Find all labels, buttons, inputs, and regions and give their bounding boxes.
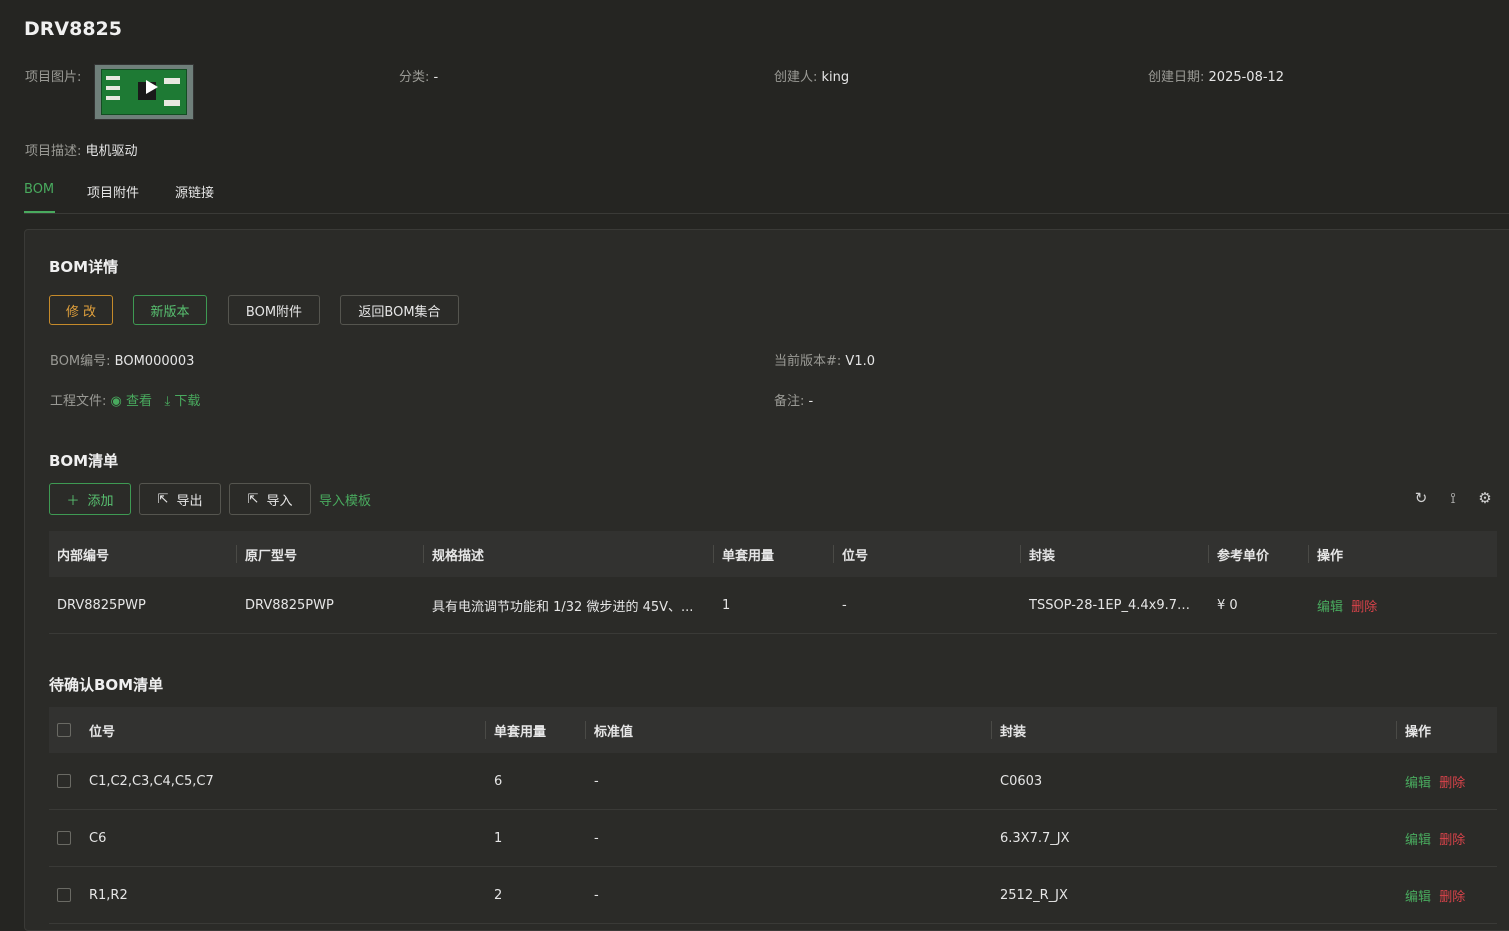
row-edit-link[interactable]: 编辑 [1405,776,1431,791]
col-actions: 操作 [1397,707,1497,753]
cell-qty: 6 [486,753,586,810]
edit-button[interactable]: 修 改 [49,295,113,325]
cell-ref: C1,C2,C3,C4,C5,C7 [81,753,486,810]
row-edit-link[interactable]: 编辑 [1317,600,1343,615]
row-delete-link[interactable]: 删除 [1439,890,1465,905]
back-to-bom-set-button[interactable]: 返回BOM集合 [340,295,459,325]
remark-field: 备注: - [774,394,814,409]
bom-number-field: BOM编号: BOM000003 [50,354,195,369]
eye-icon: ◉ [110,394,122,409]
export-button[interactable]: ⇱ 导出 [139,483,221,515]
cell-value: - [586,866,992,924]
cell-model: DRV8825PWP [237,577,424,634]
export-icon: ⇱ [157,491,169,507]
cell-package: 2512_R_JX [992,866,1397,924]
row-select-cell [49,753,81,810]
bom-list-title: BOM清单 [49,452,119,470]
cell-actions: 编辑 删除 [1397,753,1497,810]
tab-bar: BOM 项目附件 源链接 [24,178,1509,214]
table-header: 内部编号 原厂型号 规格描述 单套用量 位号 封装 参考单价 操作 [49,531,1497,577]
cell-package: C0603 [992,753,1397,810]
row-checkbox[interactable] [57,831,71,845]
current-version-field: 当前版本#: V1.0 [774,354,875,369]
tab-bom[interactable]: BOM [24,182,54,197]
project-title: DRV8825 [24,18,122,40]
engineering-file-field: 工程文件: ◉ 查看 ⤓ 下载 [50,394,201,409]
cell-actions: 编辑 删除 [1309,577,1497,634]
bom-attachments-button[interactable]: BOM附件 [228,295,320,325]
col-package[interactable]: 封装 [992,707,1397,753]
bom-detail-title: BOM详情 [49,258,119,276]
col-internal-no[interactable]: 内部编号 [49,531,237,577]
creator-field: 创建人: king [774,70,850,85]
import-template-link[interactable]: 导入模板 [319,490,371,509]
row-delete-link[interactable]: 删除 [1351,600,1377,615]
select-all-cell [49,707,81,753]
cell-price: ¥ 0 [1209,577,1309,634]
column-height-icon[interactable]: ⟟ [1444,489,1462,507]
cell-ref: C6 [81,809,486,867]
cell-qty: 1 [486,809,586,867]
add-button[interactable]: ＋添加 [49,483,131,515]
plus-icon: ＋ [66,493,80,509]
row-checkbox[interactable] [57,888,71,902]
row-delete-link[interactable]: 删除 [1439,776,1465,791]
project-description: 项目描述: 电机驱动 [25,144,138,159]
tab-source-links[interactable]: 源链接 [175,182,214,201]
col-qty[interactable]: 单套用量 [714,531,834,577]
cell-qty: 2 [486,866,586,924]
import-icon: ⇱ [247,491,259,507]
col-value[interactable]: 标准值 [586,707,992,753]
category-field: 分类: - [399,70,439,85]
row-edit-link[interactable]: 编辑 [1405,890,1431,905]
cell-actions: 编辑 删除 [1397,866,1497,924]
created-date-field: 创建日期: 2025-08-12 [1148,70,1285,85]
new-version-button[interactable]: 新版本 [133,295,207,325]
table-row: DRV8825PWP DRV8825PWP 具有电流调节功能和 1/32 微步进… [49,577,1497,634]
internal-no-link[interactable]: DRV8825PWP [49,577,237,634]
cell-actions: 编辑 删除 [1397,809,1497,867]
select-all-checkbox[interactable] [57,723,71,737]
project-image-label: 项目图片: [25,70,82,85]
cell-ref: - [834,577,1021,634]
cell-ref: R1,R2 [81,866,486,924]
download-icon: ⤓ [164,394,171,409]
table-header: 位号 单套用量 标准值 封装 操作 [49,707,1497,753]
cell-package: 6.3X7.7_JX [992,809,1397,867]
row-select-cell [49,809,81,867]
col-actions: 操作 [1309,531,1497,577]
settings-icon[interactable]: ⚙ [1476,489,1494,507]
pending-bom-title: 待确认BOM清单 [49,676,164,694]
cell-value: - [586,809,992,867]
bom-table: 内部编号 原厂型号 规格描述 单套用量 位号 封装 参考单价 操作 DRV882… [49,531,1497,634]
row-edit-link[interactable]: 编辑 [1405,833,1431,848]
col-price[interactable]: 参考单价 [1209,531,1309,577]
tab-attachments[interactable]: 项目附件 [87,182,139,201]
col-ref[interactable]: 位号 [81,707,486,753]
view-link[interactable]: ◉ 查看 [111,394,157,409]
pcb-board-image [101,69,187,115]
cell-qty: 1 [714,577,834,634]
col-qty[interactable]: 单套用量 [486,707,586,753]
cell-spec: 具有电流调节功能和 1/32 微步进的 45V、... [424,577,714,634]
cell-package: TSSOP-28-1EP_4.4x9.7m... [1021,577,1209,634]
table-row: C1,C2,C3,C4,C5,C7 6 - C0603 编辑 删除 [49,753,1497,810]
table-row: C6 1 - 6.3X7.7_JX 编辑 删除 [49,809,1497,867]
row-checkbox[interactable] [57,774,71,788]
col-model[interactable]: 原厂型号 [237,531,424,577]
download-link[interactable]: ⤓ 下载 [164,394,200,409]
active-tab-indicator [24,211,55,213]
import-button[interactable]: ⇱ 导入 [229,483,311,515]
col-ref[interactable]: 位号 [834,531,1021,577]
pending-bom-table: 位号 单套用量 标准值 封装 操作 C1,C2,C3,C4,C5,C7 6 - … [49,707,1497,924]
cell-value: - [586,753,992,810]
row-select-cell [49,866,81,924]
row-delete-link[interactable]: 删除 [1439,833,1465,848]
refresh-icon[interactable]: ↻ [1412,489,1430,507]
table-row: R1,R2 2 - 2512_R_JX 编辑 删除 [49,866,1497,924]
col-spec[interactable]: 规格描述 [424,531,714,577]
col-package[interactable]: 封装 [1021,531,1209,577]
project-image[interactable] [94,64,194,120]
play-icon [146,80,158,94]
